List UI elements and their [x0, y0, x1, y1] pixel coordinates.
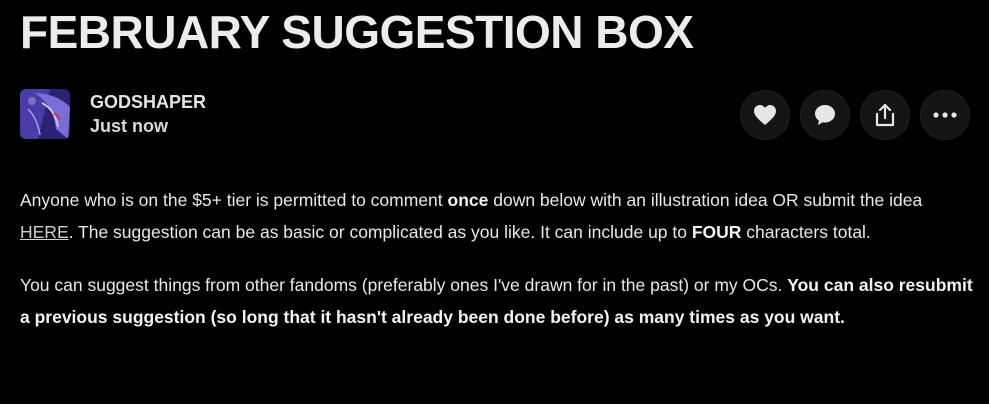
share-icon [875, 103, 895, 127]
post-title: FEBRUARY SUGGESTION BOX [20, 6, 694, 58]
post-timestamp: Just now [90, 116, 169, 136]
body-text: Anyone who is on the $5+ tier is permitt… [20, 190, 448, 210]
body-text: characters total. [741, 222, 871, 242]
body-text: You can suggest things from other fandom… [20, 275, 788, 295]
here-link[interactable]: HERE [20, 222, 69, 242]
more-options-button[interactable] [920, 90, 970, 140]
bold-text: once [447, 190, 489, 210]
post-paragraph: Anyone who is on the $5+ tier is permitt… [20, 184, 975, 248]
avatar-image [20, 89, 70, 139]
body-text: . The suggestion can be as basic or comp… [68, 222, 692, 242]
more-icon [933, 112, 957, 118]
post-body: Anyone who is on the $5+ tier is permitt… [20, 184, 975, 354]
heart-icon [754, 105, 776, 125]
like-button[interactable] [740, 90, 790, 140]
author-info: GODSHAPER Just now [20, 89, 206, 139]
post-paragraph: You can suggest things from other fandom… [20, 269, 975, 333]
bold-text: FOUR [691, 222, 742, 242]
body-text: down below with an illustration idea OR … [488, 190, 923, 210]
comment-icon [815, 105, 835, 125]
post-actions [740, 90, 970, 140]
avatar[interactable] [20, 89, 70, 139]
author-name[interactable]: GODSHAPER [90, 90, 206, 114]
share-button[interactable] [860, 90, 910, 140]
comment-button[interactable] [800, 90, 850, 140]
